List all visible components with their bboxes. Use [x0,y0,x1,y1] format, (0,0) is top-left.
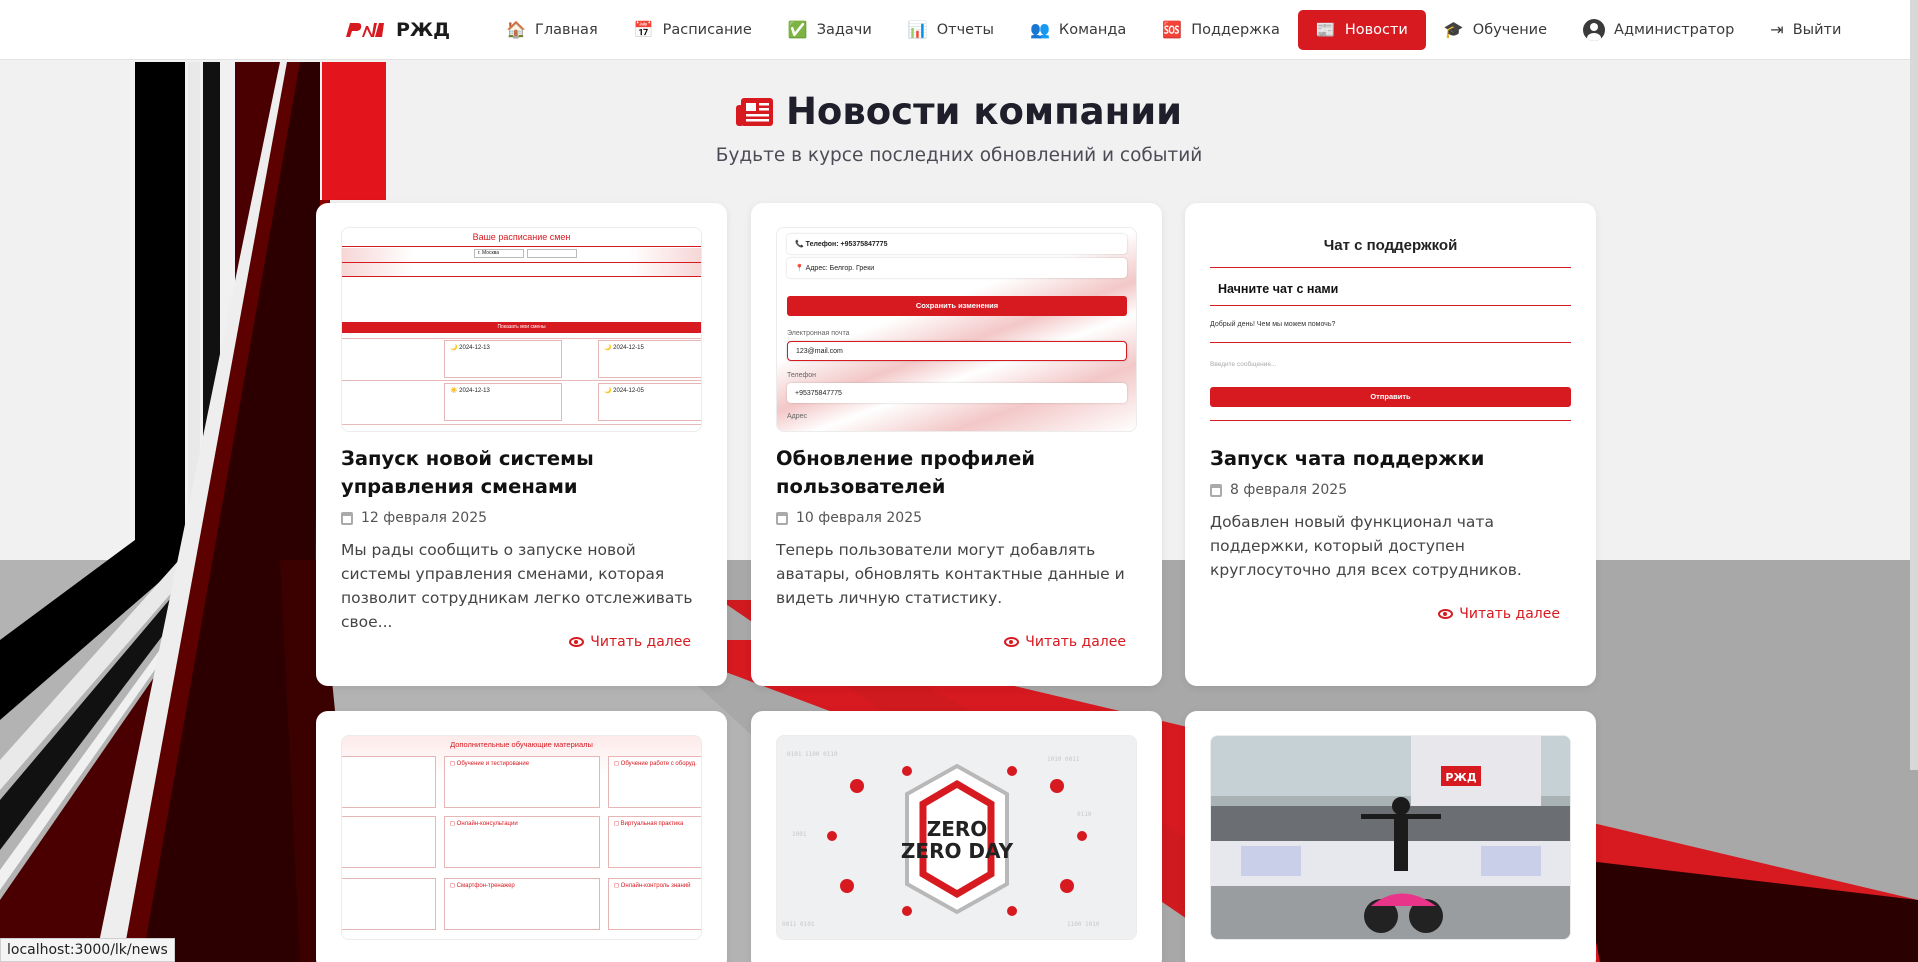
nav-container: РЖД 🏠 Главная 📅 Расписание ✅ Задачи 📊 Отчеты 👥 Ко… [344,0,1859,60]
news-card[interactable]: 📞 Телефон: +95375847775 📍 Адрес: Белгор.… [751,203,1162,686]
news-card[interactable]: Ваше расписание смен г. Москва Показать … [316,203,727,686]
nav-item-4[interactable]: 👥 Команда [1012,10,1144,50]
calendar-icon [1210,483,1222,497]
nav-label: Расписание [662,22,752,38]
nav-label: Поддержка [1191,22,1280,38]
newspaper-icon [735,97,773,126]
eye-icon [1004,637,1020,647]
news-date: 12 февраля 2025 [341,510,487,526]
read-more-link[interactable]: Читать далее [569,634,691,650]
svg-text:1001: 1001 [792,831,807,838]
nav-item-9[interactable]: ⇥ Выйти [1752,10,1859,50]
nav-list: 🏠 Главная 📅 Расписание ✅ Задачи 📊 Отчеты 👥 Команд… [488,10,1859,50]
news-thumbnail-shifts: Ваше расписание смен г. Москва Показать … [341,227,702,432]
moto-show-photo: РЖД [1211,736,1570,939]
calendar-icon [341,511,353,525]
page-scrollbar[interactable] [1910,0,1918,770]
news-title[interactable]: Запуск чата поддержки [1210,445,1571,473]
check-icon: ✅ [787,20,808,39]
user-icon [1583,19,1606,41]
nav-item-2[interactable]: ✅ Задачи [770,10,890,50]
nav-item-8[interactable]: Администратор [1565,10,1752,50]
nav-label: Главная [535,22,598,38]
news-thumbnail-training: Дополнительные обучающие материалы ◻ Обу… [341,735,702,940]
nav-item-0[interactable]: 🏠 Главная [488,10,616,50]
nav-label: Команда [1058,22,1127,38]
page-header: Новости компании Будьте в курсе последни… [0,90,1918,166]
nav-item-7[interactable]: 🎓 Обучение [1426,10,1565,50]
nav-label: Обучение [1472,22,1548,38]
svg-text:1010 0011: 1010 0011 [1047,756,1080,763]
rzd-logo-icon [344,20,386,40]
svg-text:0110: 0110 [1077,811,1092,818]
news-thumbnail-moto-show: РЖД [1210,735,1571,940]
news-card[interactable]: Дополнительные обучающие материалы ◻ Обу… [316,711,727,962]
read-more-link[interactable]: Читать далее [1004,634,1126,650]
nav-label: Выйти [1792,22,1842,38]
status-bar-url: localhost:3000/lk/news [0,938,175,962]
sos-icon: 🆘 [1162,20,1183,39]
calendar-icon: 📅 [633,20,654,39]
svg-text:0011 0101: 0011 0101 [782,921,815,928]
nav-item-6[interactable]: 📰 Новости [1297,10,1426,50]
page-title: Новости компании [735,90,1183,133]
svg-text:1100 1010: 1100 1010 [1067,921,1100,928]
thumb-bar: Показать мои смены [342,322,701,333]
news-excerpt: Мы рады сообщить о запуске новой системы… [341,541,693,631]
news-title[interactable]: Обновление профилей пользователей [776,445,1137,501]
eye-icon [569,637,585,647]
svg-text:0101 1100 0110: 0101 1100 0110 [787,751,838,758]
logout-icon: ⇥ [1770,20,1784,39]
svg-text:ZERO: ZERO [927,817,988,841]
read-more-label: Читать далее [1025,634,1126,650]
graduation-icon: 🎓 [1443,20,1464,39]
brand[interactable]: РЖД [344,19,450,41]
nav-label: Задачи [816,22,872,38]
page-subtitle: Будьте в курсе последних обновлений и со… [715,145,1203,166]
news-title[interactable]: Запуск новой системы управления сменами [341,445,702,501]
nav-label: Администратор [1614,22,1735,38]
eye-icon [1438,609,1454,619]
news-date: 10 февраля 2025 [776,510,922,526]
nav-label: Новости [1344,22,1408,38]
nav-item-1[interactable]: 📅 Расписание [616,10,770,50]
chart-icon: 📊 [907,20,928,39]
news-card[interactable]: Чат с поддержкой Начните чат с нами Добр… [1185,203,1596,686]
calendar-icon [776,511,788,525]
news-thumbnail-zero-day: 0101 1100 0110 1010 0011 0011 0101 1100 10… [776,735,1137,940]
read-more-link[interactable]: Читать далее [1438,606,1560,622]
svg-text:ZERO DAY: ZERO DAY [901,839,1014,863]
thumb-heading: Ваше расписание смен [472,232,571,242]
news-date-text: 12 февраля 2025 [361,510,488,526]
nav-label: Отчеты [936,22,994,38]
page-title-text: Новости компании [785,90,1183,133]
top-navbar: РЖД 🏠 Главная 📅 Расписание ✅ Задачи 📊 Отчеты 👥 Ко… [0,0,1918,60]
news-date: 8 февраля 2025 [1210,482,1347,498]
thumb-save-button: Сохранить изменения [787,296,1127,316]
news-thumbnail-profile: 📞 Телефон: +95375847775 📍 Адрес: Белгор.… [776,227,1137,432]
news-icon: 📰 [1315,20,1336,39]
news-excerpt: Добавлен новый функционал чата поддержки… [1210,513,1522,579]
nav-item-5[interactable]: 🆘 Поддержка [1144,10,1298,50]
svg-text:РЖД: РЖД [1445,771,1477,784]
news-excerpt: Теперь пользователи могут добавлять ават… [776,541,1125,607]
brand-name: РЖД [396,19,451,41]
news-card[interactable]: 0101 1100 0110 1010 0011 0011 0101 1100 10… [751,711,1162,962]
home-icon: 🏠 [506,20,527,39]
news-date-text: 10 февраля 2025 [796,510,923,526]
news-thumbnail-chat: Чат с поддержкой Начните чат с нами Добр… [1210,227,1571,432]
team-icon: 👥 [1029,20,1050,39]
nav-item-3[interactable]: 📊 Отчеты [890,10,1012,50]
read-more-label: Читать далее [590,634,691,650]
news-card[interactable]: РЖД [1185,711,1596,962]
zero-day-illustration: 0101 1100 0110 1010 0011 0011 0101 1100 10… [777,736,1136,939]
read-more-label: Читать далее [1459,606,1560,622]
news-date-text: 8 февраля 2025 [1230,482,1348,498]
